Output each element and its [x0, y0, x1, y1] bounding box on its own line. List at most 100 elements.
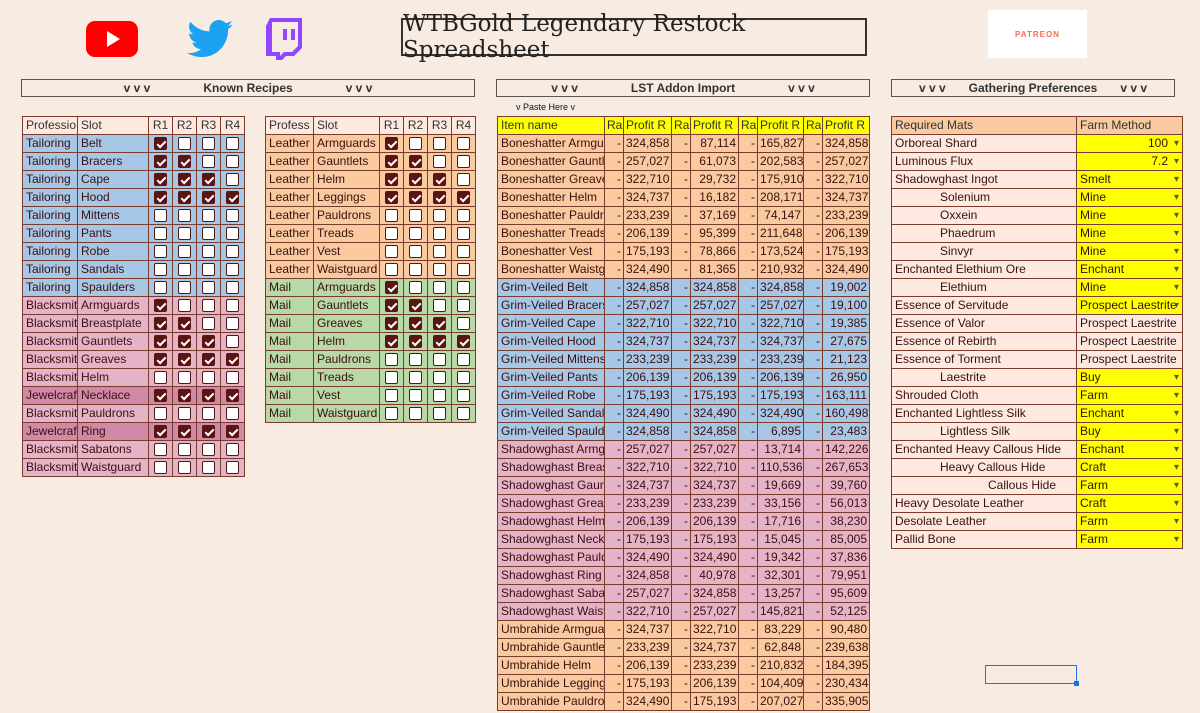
slot-cell[interactable]: Greaves [77, 350, 149, 369]
profit-cell[interactable]: 233,239 [623, 638, 672, 657]
profit-cell[interactable]: 95,399 [690, 224, 739, 243]
rank-cell[interactable]: - [671, 386, 691, 405]
checkbox[interactable] [457, 155, 470, 169]
checkbox[interactable] [202, 335, 215, 349]
checkbox[interactable] [409, 209, 422, 223]
rank-cell[interactable]: - [671, 422, 691, 441]
mat-cell[interactable]: Essence of Rebirth [891, 332, 1077, 351]
rank-cell[interactable]: - [604, 206, 624, 225]
farm-method-select[interactable]: Craft [1076, 494, 1183, 513]
checkbox[interactable] [178, 389, 191, 403]
item-name-cell[interactable]: Shadowghast Greaves [497, 494, 605, 513]
rank-cell[interactable]: - [803, 692, 823, 711]
rank-cell[interactable]: - [803, 350, 823, 369]
rank-cell[interactable]: - [738, 332, 758, 351]
checkbox[interactable] [385, 173, 398, 187]
checkbox[interactable] [178, 425, 191, 439]
checkbox[interactable] [409, 371, 422, 385]
mat-cell[interactable]: Phaedrum [891, 224, 1077, 243]
checkbox[interactable] [385, 407, 398, 421]
checkbox[interactable] [226, 389, 239, 403]
profession-cell[interactable]: Leather [265, 224, 314, 243]
slot-cell[interactable]: Necklace [77, 386, 149, 405]
profit-cell[interactable]: 206,139 [757, 368, 804, 387]
profit-cell[interactable]: 52,125 [822, 602, 870, 621]
profession-cell[interactable]: Leather [265, 188, 314, 207]
profit-cell[interactable]: 324,858 [822, 134, 870, 153]
profit-cell[interactable]: 23,483 [822, 422, 870, 441]
rank-cell[interactable]: - [604, 566, 624, 585]
rank-cell[interactable]: - [671, 440, 691, 459]
checkbox[interactable] [385, 335, 398, 349]
rank-cell[interactable]: - [671, 188, 691, 207]
selected-cell[interactable] [985, 665, 1077, 684]
profit-cell[interactable]: 173,524 [757, 242, 804, 261]
item-name-cell[interactable]: Grim-Veiled Mittens [497, 350, 605, 369]
mat-cell[interactable]: Shrouded Cloth [891, 386, 1077, 405]
checkbox[interactable] [202, 137, 215, 151]
profit-cell[interactable]: 239,638 [822, 638, 870, 657]
checkbox[interactable] [457, 407, 470, 421]
rank-cell[interactable]: - [604, 314, 624, 333]
checkbox[interactable] [409, 335, 422, 349]
profession-cell[interactable]: Tailoring [22, 278, 78, 297]
checkbox[interactable] [226, 407, 239, 421]
profit-cell[interactable]: 62,848 [757, 638, 804, 657]
profit-cell[interactable]: 233,239 [690, 494, 739, 513]
checkbox[interactable] [457, 335, 470, 349]
profit-cell[interactable]: 175,193 [690, 386, 739, 405]
profession-cell[interactable]: Mail [265, 278, 314, 297]
checkbox[interactable] [154, 461, 167, 475]
profit-cell[interactable]: 175,193 [623, 530, 672, 549]
checkbox[interactable] [178, 461, 191, 475]
mat-cell[interactable]: Callous Hide [891, 476, 1077, 495]
checkbox[interactable] [409, 299, 422, 313]
rank-cell[interactable]: - [738, 260, 758, 279]
rank-cell[interactable]: - [738, 548, 758, 567]
profit-cell[interactable]: 90,480 [822, 620, 870, 639]
item-name-cell[interactable]: Umbrahide Gauntlets [497, 638, 605, 657]
checkbox[interactable] [385, 245, 398, 259]
profession-cell[interactable]: Leather [265, 206, 314, 225]
profit-cell[interactable]: 61,073 [690, 152, 739, 171]
checkbox[interactable] [226, 317, 239, 331]
checkbox[interactable] [202, 371, 215, 385]
profit-cell[interactable]: 324,737 [757, 332, 804, 351]
profit-cell[interactable]: 27,675 [822, 332, 870, 351]
item-name-cell[interactable]: Boneshatter Pauldrons [497, 206, 605, 225]
profit-cell[interactable]: 21,123 [822, 350, 870, 369]
checkbox[interactable] [433, 299, 446, 313]
rank-cell[interactable]: - [671, 620, 691, 639]
profit-cell[interactable]: 206,139 [690, 512, 739, 531]
rank-cell[interactable]: - [671, 602, 691, 621]
checkbox[interactable] [226, 281, 239, 295]
checkbox[interactable] [385, 281, 398, 295]
profit-cell[interactable]: 324,858 [690, 584, 739, 603]
farm-method-select[interactable]: Prospect Laestrite [1076, 332, 1183, 351]
checkbox[interactable] [178, 335, 191, 349]
profit-cell[interactable]: 38,230 [822, 512, 870, 531]
checkbox[interactable] [409, 317, 422, 331]
checkbox[interactable] [457, 371, 470, 385]
mat-cell[interactable]: Orboreal Shard [891, 134, 1077, 153]
profit-cell[interactable]: 257,027 [690, 296, 739, 315]
item-name-cell[interactable]: Boneshatter Vest [497, 242, 605, 261]
rank-cell[interactable]: - [671, 548, 691, 567]
slot-cell[interactable]: Sandals [77, 260, 149, 279]
rank-cell[interactable]: - [604, 188, 624, 207]
checkbox[interactable] [202, 407, 215, 421]
checkbox[interactable] [226, 461, 239, 475]
checkbox[interactable] [385, 191, 398, 205]
checkbox[interactable] [202, 173, 215, 187]
item-name-cell[interactable]: Boneshatter Armguards [497, 134, 605, 153]
rank-cell[interactable]: - [803, 134, 823, 153]
item-name-cell[interactable]: Boneshatter Waistguard [497, 260, 605, 279]
profit-cell[interactable]: 202,583 [757, 152, 804, 171]
checkbox[interactable] [457, 191, 470, 205]
rank-cell[interactable]: - [671, 638, 691, 657]
checkbox[interactable] [178, 191, 191, 205]
item-name-cell[interactable]: Umbrahide Pauldrons [497, 692, 605, 711]
slot-cell[interactable]: Vest [313, 242, 380, 261]
profit-cell[interactable]: 233,239 [822, 206, 870, 225]
mat-cell[interactable]: Pallid Bone [891, 530, 1077, 549]
